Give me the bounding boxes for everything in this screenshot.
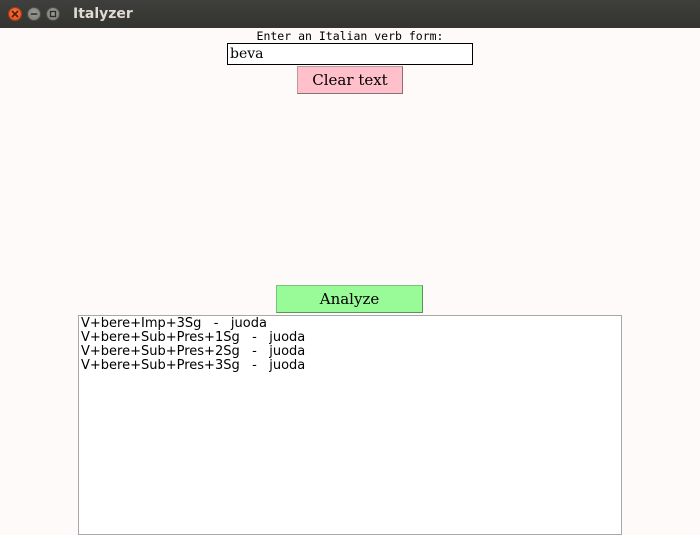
maximize-icon[interactable] <box>46 7 60 21</box>
result-line: V+bere+Sub+Pres+2Sg - juoda <box>81 344 306 359</box>
close-icon[interactable] <box>8 7 22 21</box>
verb-input[interactable] <box>227 43 473 65</box>
clear-text-button[interactable]: Clear text <box>297 66 403 94</box>
analyze-button[interactable]: Analyze <box>276 285 423 313</box>
result-line: V+bere+Sub+Pres+1Sg - juoda <box>81 330 306 345</box>
minimize-icon[interactable] <box>27 7 41 21</box>
title-bar: Italyzer <box>0 0 700 28</box>
minimize-glyph <box>30 13 38 15</box>
result-line: V+bere+Sub+Pres+3Sg - juoda <box>81 358 306 373</box>
result-line: V+bere+Imp+3Sg - juoda <box>81 316 267 331</box>
results-text-area[interactable]: V+bere+Imp+3Sg - juoda V+bere+Sub+Pres+1… <box>78 315 622 535</box>
maximize-glyph <box>49 10 57 18</box>
close-glyph <box>11 10 19 18</box>
window-title: Italyzer <box>73 6 133 22</box>
verb-prompt-label: Enter an Italian verb form: <box>256 29 444 43</box>
